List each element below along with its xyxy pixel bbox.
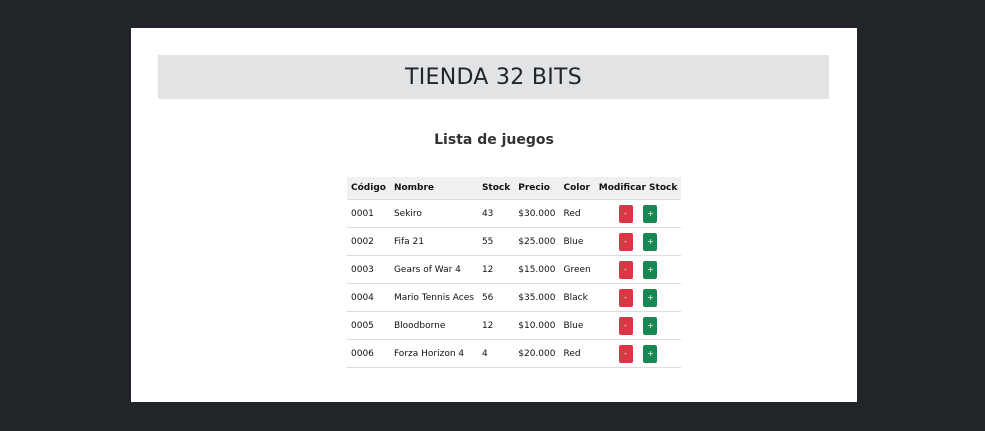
cell-actions: - + (594, 227, 682, 256)
table-row: 0002 Fifa 21 55 $25.000 Blue - + (347, 227, 682, 256)
cell-nombre: Forza Horizon 4 (389, 339, 478, 368)
table-row: 0003 Gears of War 4 12 $15.000 Green - + (347, 255, 682, 284)
cell-codigo: 0004 (347, 283, 390, 312)
cell-codigo: 0002 (347, 227, 390, 256)
increase-stock-button[interactable]: + (643, 344, 658, 363)
table-row: 0006 Forza Horizon 4 4 $20.000 Red - + (347, 339, 682, 368)
cell-stock: 12 (477, 255, 515, 284)
cell-codigo: 0005 (347, 311, 390, 340)
store-title: TIENDA 32 BITS (404, 64, 583, 90)
column-header-modificar-stock: Modificar Stock (594, 177, 682, 200)
table-row: 0004 Mario Tennis Aces 56 $35.000 Black … (347, 283, 682, 312)
cell-stock: 43 (477, 199, 515, 228)
cell-color: Green (559, 255, 595, 284)
cell-precio: $10.000 (514, 311, 560, 340)
decrease-stock-button[interactable]: - (618, 344, 633, 363)
section-title: Lista de juegos (434, 132, 554, 148)
cell-stock: 55 (477, 227, 515, 256)
cell-actions: - + (594, 283, 682, 312)
increase-stock-button[interactable]: + (643, 260, 658, 279)
cell-nombre: Gears of War 4 (389, 255, 478, 284)
decrease-stock-button[interactable]: - (618, 288, 633, 307)
cell-color: Blue (559, 311, 595, 340)
cell-precio: $35.000 (514, 283, 560, 312)
cell-precio: $30.000 (514, 199, 560, 228)
cell-stock: 12 (477, 311, 515, 340)
cell-codigo: 0001 (347, 199, 390, 228)
store-header: TIENDA 32 BITS (158, 55, 829, 99)
decrease-stock-button[interactable]: - (618, 260, 633, 279)
increase-stock-button[interactable]: + (643, 316, 658, 335)
column-header-nombre: Nombre (389, 177, 478, 200)
table-row: 0005 Bloodborne 12 $10.000 Blue - + (347, 311, 682, 340)
decrease-stock-button[interactable]: - (618, 232, 633, 251)
column-header-color: Color (559, 177, 595, 200)
cell-codigo: 0003 (347, 255, 390, 284)
cell-nombre: Bloodborne (389, 311, 478, 340)
cell-actions: - + (594, 339, 682, 368)
cell-nombre: Fifa 21 (389, 227, 478, 256)
cell-color: Red (559, 199, 595, 228)
games-table: Código Nombre Stock Precio Color Modific… (347, 177, 682, 368)
store-card: TIENDA 32 BITS Lista de juegos Código No… (131, 28, 857, 402)
cell-stock: 4 (477, 339, 515, 368)
decrease-stock-button[interactable]: - (618, 316, 633, 335)
increase-stock-button[interactable]: + (643, 204, 658, 223)
column-header-precio: Precio (514, 177, 560, 200)
column-header-stock: Stock (477, 177, 515, 200)
cell-color: Black (559, 283, 595, 312)
table-row: 0001 Sekiro 43 $30.000 Red - + (347, 199, 682, 228)
cell-actions: - + (594, 199, 682, 228)
cell-precio: $20.000 (514, 339, 560, 368)
cell-precio: $25.000 (514, 227, 560, 256)
column-header-codigo: Código (347, 177, 390, 200)
increase-stock-button[interactable]: + (643, 232, 658, 251)
cell-actions: - + (594, 255, 682, 284)
cell-stock: 56 (477, 283, 515, 312)
cell-precio: $15.000 (514, 255, 560, 284)
cell-color: Red (559, 339, 595, 368)
cell-color: Blue (559, 227, 595, 256)
increase-stock-button[interactable]: + (643, 288, 658, 307)
cell-codigo: 0006 (347, 339, 390, 368)
table-header-row: Código Nombre Stock Precio Color Modific… (347, 177, 682, 200)
cell-nombre: Mario Tennis Aces (389, 283, 478, 312)
cell-actions: - + (594, 311, 682, 340)
cell-nombre: Sekiro (389, 199, 478, 228)
decrease-stock-button[interactable]: - (618, 204, 633, 223)
